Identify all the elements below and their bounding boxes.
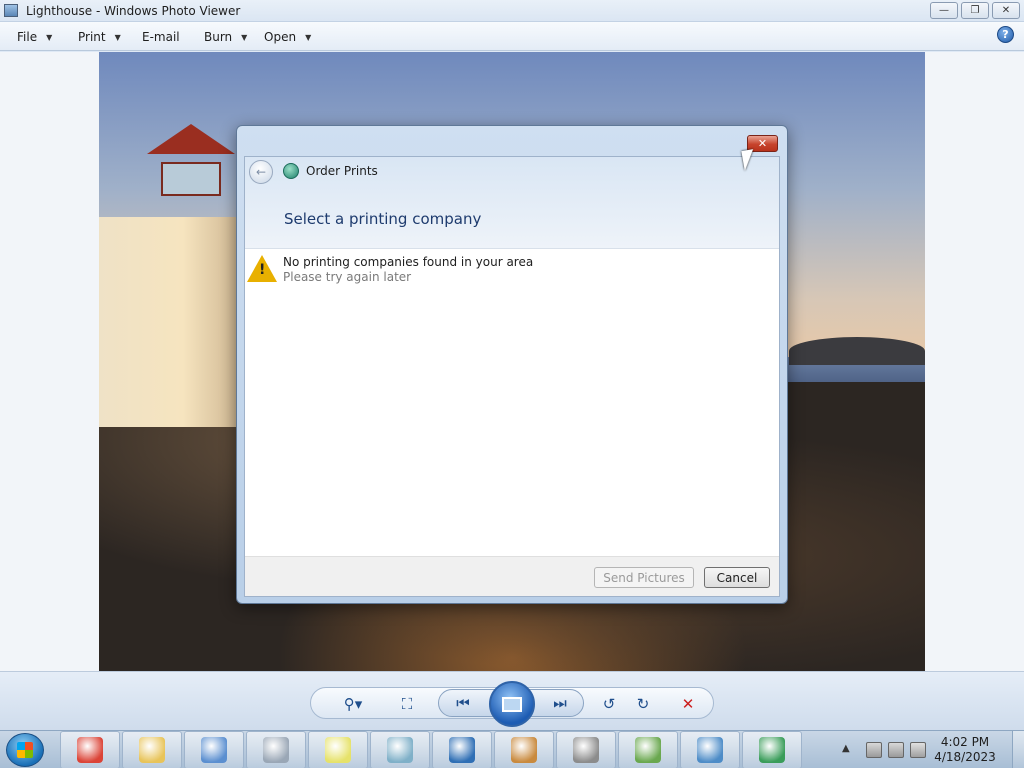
show-desktop-button[interactable] [1012,731,1024,768]
menu-email[interactable]: E-mail [142,30,180,44]
taskbar-item[interactable] [618,731,678,768]
start-button[interactable] [6,733,44,767]
chevron-down-icon: ▼ [241,32,248,42]
slideshow-icon [502,696,522,712]
dialog-header: ← Order Prints Select a printing company [245,157,779,249]
taskbar-item[interactable] [494,731,554,768]
next-icon[interactable]: ⏭ [546,694,574,712]
taskbar-item[interactable] [680,731,740,768]
system-tray: ▲ 4:02 PM 4/18/2023 [828,731,1024,768]
folder-icon [139,737,165,763]
menu-burn[interactable]: Burn ▼ [204,30,247,44]
chrome-icon [77,737,103,763]
taskbar-item[interactable] [370,731,430,768]
chevron-down-icon: ▼ [46,32,53,42]
rotate-clockwise-icon[interactable]: ↻ [629,695,657,713]
back-button[interactable]: ← [249,160,273,184]
menu-email-label: E-mail [142,30,180,44]
photo-lighthouse-lantern [161,162,221,196]
calculator-icon [263,737,289,763]
clock[interactable]: 4:02 PM 4/18/2023 [932,735,998,765]
zoom-icon[interactable]: ⚲▾ [339,695,367,713]
window-close-button[interactable]: ✕ [992,2,1020,19]
paint-icon [511,737,537,763]
taskbar-item[interactable] [122,731,182,768]
photo-viewer-app-icon [4,4,18,17]
taskbar-item[interactable] [184,731,244,768]
taskbar-item[interactable] [556,731,616,768]
order-prints-dialog: ✕ ← Order Prints Select a printing compa… [236,125,788,604]
volume-muted-icon[interactable] [910,742,926,758]
taskbar: ▲ 4:02 PM 4/18/2023 [0,730,1024,768]
menu-print-label: Print [78,30,106,44]
chevron-down-icon: ▼ [305,32,312,42]
dialog-app-title: Order Prints [306,164,378,178]
slideshow-button[interactable] [489,681,535,727]
previous-icon[interactable]: ⏮ [449,694,477,712]
sticky-notes-icon [325,737,351,763]
photo-viewer-icon [697,737,723,763]
menu-open[interactable]: Open ▼ [264,30,311,44]
menu-bar: File ▼ Print ▼ E-mail Burn ▼ Open ▼ ? [0,22,1024,51]
photo-lighthouse-roof [147,124,235,154]
document-icon [387,737,413,763]
order-prints-icon [283,163,299,179]
taskbar-item[interactable] [308,731,368,768]
taskbar-item[interactable] [60,731,120,768]
taskbar-item[interactable] [432,731,492,768]
network-tray-icon[interactable] [888,742,904,758]
photo-controls-bar: ⚲▾ ⛶ ↺ ↻ ✕ ⏮ ⏭ [0,671,1024,730]
remote-desktop-icon [449,737,475,763]
network-icon [759,737,785,763]
delete-icon[interactable]: ✕ [674,695,702,713]
photo-islands [789,337,925,365]
taskbar-item[interactable] [742,731,802,768]
menu-file-label: File [17,30,38,44]
photo-lighthouse-base [99,217,239,427]
taskbar-item[interactable] [246,731,306,768]
menu-print[interactable]: Print ▼ [78,30,121,44]
tray-arrow-icon[interactable]: ▲ [842,743,858,759]
fax-icon [573,737,599,763]
window-controls: — ❐ ✕ [930,2,1020,19]
control-panel-icon [201,737,227,763]
menu-burn-label: Burn [204,30,233,44]
window-title: Lighthouse - Windows Photo Viewer [26,4,241,18]
menu-file[interactable]: File ▼ [17,30,52,44]
action-center-icon[interactable] [866,742,882,758]
cancel-button[interactable]: Cancel [704,567,770,588]
status-message: No printing companies found in your area [283,255,534,269]
fit-to-window-icon[interactable]: ⛶ [393,695,421,713]
help-icon[interactable]: ? [997,26,1014,43]
menu-open-label: Open [264,30,297,44]
dialog-footer: Send Pictures Cancel [245,556,779,596]
clock-date: 4/18/2023 [934,750,996,764]
dialog-content: ← Order Prints Select a printing company… [244,156,780,597]
clock-time: 4:02 PM [940,735,990,749]
windows-logo-icon [17,742,33,758]
minimize-button[interactable]: — [930,2,958,19]
warning-mark: ! [259,262,266,278]
notepad-icon [635,737,661,763]
rotate-counterclockwise-icon[interactable]: ↺ [595,695,623,713]
dialog-body: ! No printing companies found in your ar… [245,249,779,556]
send-pictures-button[interactable]: Send Pictures [594,567,694,588]
restore-button[interactable]: ❐ [961,2,989,19]
status-submessage: Please try again later [283,270,412,284]
chevron-down-icon: ▼ [114,32,121,42]
dialog-heading: Select a printing company [284,210,482,228]
title-bar: Lighthouse - Windows Photo Viewer — ❐ ✕ [0,0,1024,22]
